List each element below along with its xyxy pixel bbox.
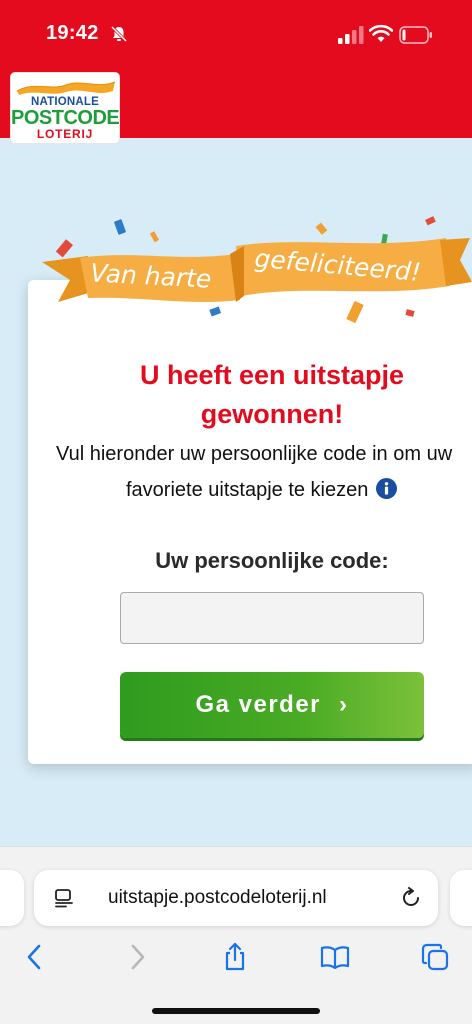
previous-tab-preview[interactable] — [0, 870, 24, 926]
logo-text-loterij: LOTERIJ — [36, 127, 94, 141]
instruction-line-1: Vul hieronder uw persoonlijke code in om… — [56, 443, 453, 465]
continue-button-label: Ga verder — [195, 691, 322, 718]
status-bar: 19:42 — [0, 0, 472, 64]
status-time: 19:42 — [46, 22, 99, 44]
share-icon[interactable] — [220, 942, 250, 972]
bell-muted-icon — [110, 25, 128, 43]
congratulations-banner: Van harte gefeliciteerd! — [42, 216, 472, 324]
logo-text-postcode: POSTCODE — [11, 107, 120, 129]
reload-icon[interactable] — [400, 887, 422, 909]
prize-headline: U heeft een uitstapje gewonnen! — [28, 356, 472, 434]
cellular-signal-icon — [338, 26, 364, 44]
next-tab-preview[interactable] — [450, 870, 472, 926]
wifi-icon — [369, 24, 393, 42]
battery-icon — [399, 26, 432, 44]
tabs-icon[interactable] — [420, 942, 450, 972]
code-label: Uw persoonlijke code: — [155, 548, 389, 573]
back-icon[interactable] — [20, 942, 50, 972]
chevron-right-icon: › — [339, 691, 349, 718]
forward-icon[interactable] — [122, 942, 152, 972]
continue-button[interactable]: Ga verder › — [120, 672, 424, 738]
instruction-line-2: favoriete uitstapje te kiezen — [126, 479, 369, 501]
home-indicator — [152, 1008, 320, 1014]
bookmarks-icon[interactable] — [320, 942, 350, 972]
page-menu-icon[interactable] — [54, 888, 74, 908]
headline-line-2: gewonnen! — [200, 399, 344, 429]
personal-code-input[interactable] — [120, 592, 424, 644]
instruction-line-2-wrap: favoriete uitstapje te kiezen — [56, 472, 472, 508]
address-bar[interactable]: uitstapje.postcodeloterij.nl — [34, 870, 438, 926]
url-text[interactable]: uitstapje.postcodeloterij.nl — [108, 887, 327, 909]
logo-ribbon — [16, 81, 116, 95]
headline-line-1: U heeft een uitstapje — [139, 360, 405, 390]
postcode-loterij-logo[interactable]: NATIONALE POSTCODE LOTERIJ — [10, 72, 120, 144]
instruction-text: Vul hieronder uw persoonlijke code in om… — [56, 436, 472, 508]
info-icon[interactable] — [376, 478, 398, 499]
